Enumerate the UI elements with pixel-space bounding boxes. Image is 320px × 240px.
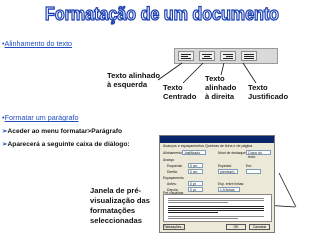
preview-pane [163,194,272,222]
left-value: 0 cm [190,164,198,168]
left-indent-input[interactable]: 0 cm [188,163,203,168]
line-spacing-label: Esp. entre linhas: [218,182,245,186]
level-select[interactable]: Corpo do texto [246,150,271,159]
after-input[interactable]: 0 pt [188,187,203,192]
step-2-text: Aparecerá a seguinte caixa de diálogo: [7,141,130,148]
dialog-titlebar [160,136,274,143]
right-indent-input[interactable]: 0 cm [188,169,203,174]
before-label: Antes: [167,182,177,186]
tabs-button[interactable]: Tabulações... [163,224,185,230]
step-1-text: Aceder ao menu formatar>Parágrafo [7,128,123,135]
alignment-label: Alinhamento: [163,151,183,155]
step-1: ➢Aceder ao menu formatar>Parágrafo [2,127,122,136]
by-input[interactable] [246,169,261,174]
cancel-button[interactable]: Cancelar [249,224,270,230]
ok-button[interactable]: OK [226,224,246,230]
format-paragraph-link[interactable]: Formatar um parágrafo [5,113,79,122]
right-value: 0 cm [190,170,198,174]
level-label: Nível de destaque: [218,151,247,155]
before-value: 0 pt [190,182,196,186]
right-label: Direita: [167,170,178,174]
step-2: ➢Aparecerá a seguinte caixa de diálogo: [2,140,130,149]
alignment-value: Justificado [184,151,201,155]
paragraph-dialog: Avanços e espaçamentos Quebras de linha … [159,135,275,233]
section-paragraph: •Formatar um parágrafo [2,113,79,122]
after-value: 0 pt [190,188,196,192]
spacing-label: Espaçamento [163,176,184,180]
alignment-select[interactable]: Justificado [182,150,206,155]
left-label: Esquerda: [167,164,183,168]
indent-label: Avanço [163,158,175,162]
by-label: Em: [246,164,253,168]
before-input[interactable]: 0 pt [188,181,203,186]
special-value: (nenhum) [220,170,235,174]
dialog-tabs[interactable]: Avanços e espaçamentos Quebras de linha … [163,144,252,148]
preview-window-label: Janela de pré- visualização das formataç… [90,186,150,225]
special-select[interactable]: (nenhum) [218,169,238,174]
level-value: Corpo do texto [248,151,262,159]
special-label: Especial: [218,164,232,168]
line-spacing-value: 1,5 linhas [220,188,235,192]
line-spacing-select[interactable]: 1,5 linhas [218,187,240,192]
